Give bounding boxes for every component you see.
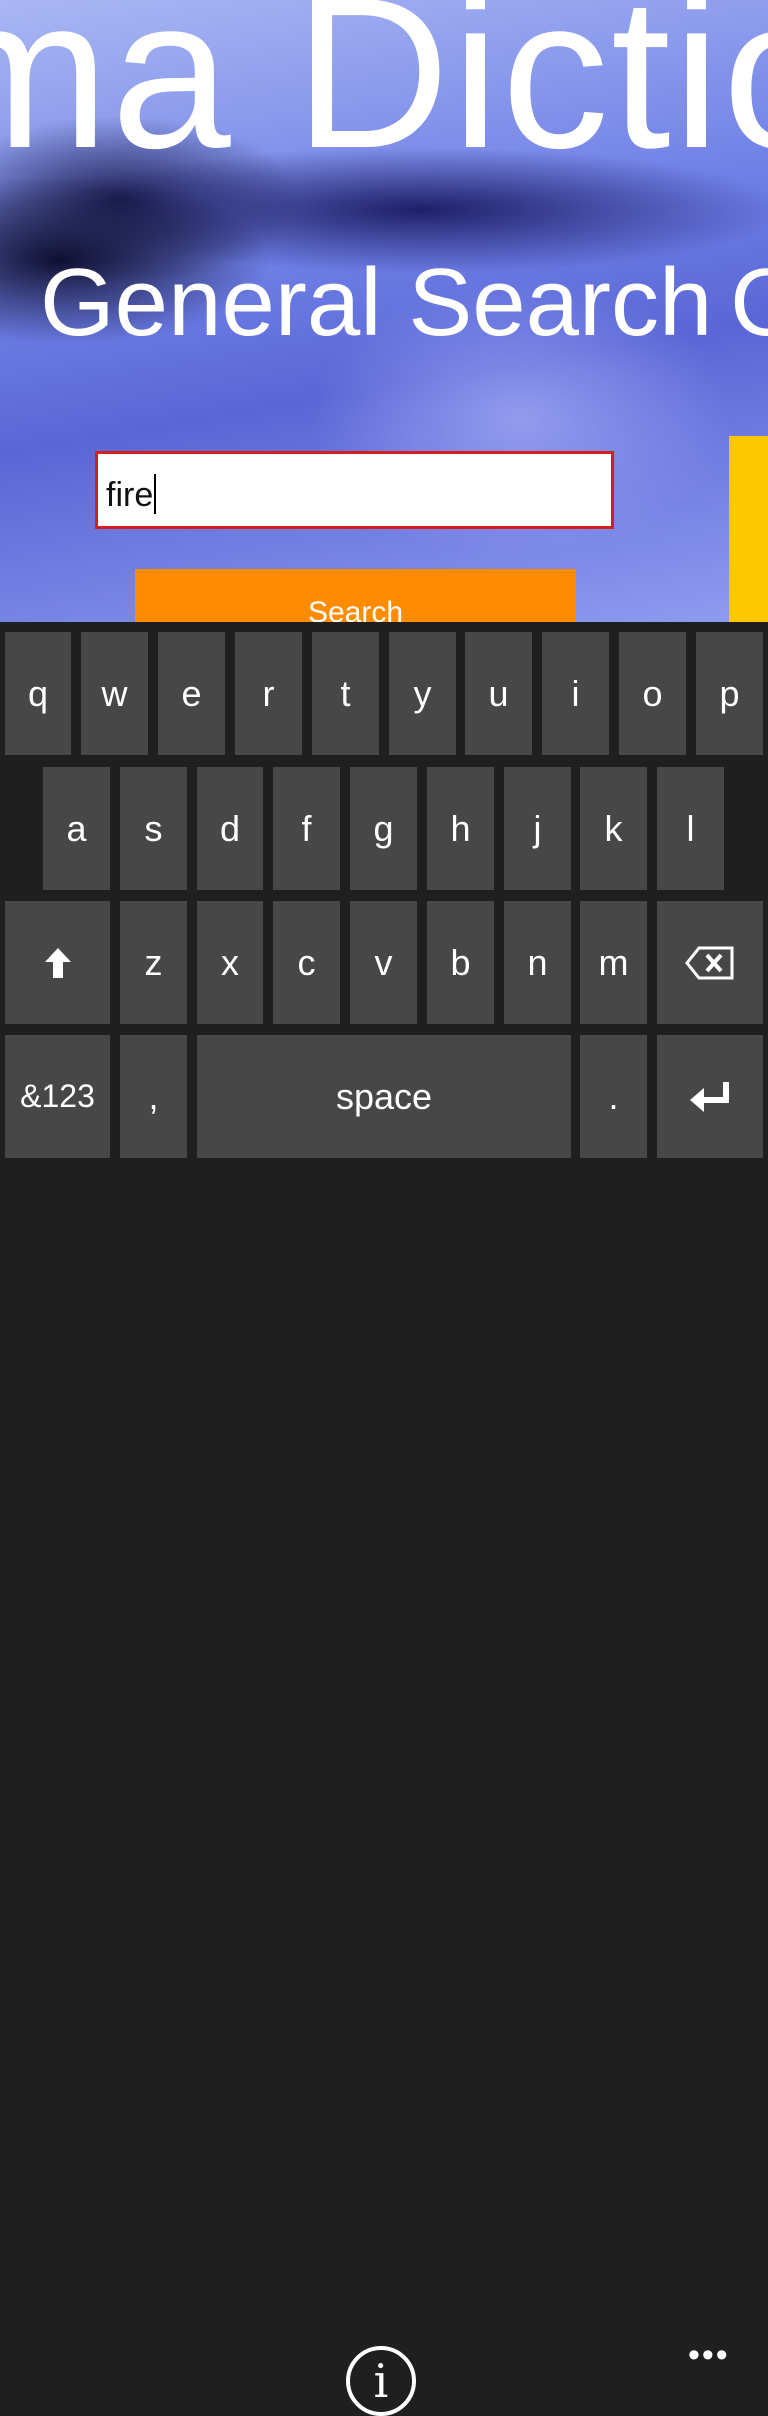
key-c[interactable]: c [273, 901, 340, 1024]
next-section-peek[interactable]: C [730, 255, 768, 351]
key-w[interactable]: w [81, 632, 148, 755]
key-h[interactable]: h [427, 767, 494, 890]
search-input-value: fire [106, 474, 157, 515]
key-a[interactable]: a [43, 767, 110, 890]
key-e[interactable]: e [158, 632, 225, 755]
shift-key[interactable] [5, 901, 110, 1024]
info-icon[interactable]: i [346, 2346, 416, 2416]
key-i[interactable]: i [542, 632, 609, 755]
key-z[interactable]: z [120, 901, 187, 1024]
key-n[interactable]: n [504, 901, 571, 1024]
backspace-icon [685, 946, 734, 979]
text-caret [154, 474, 157, 514]
enter-icon [690, 1081, 729, 1112]
enter-key[interactable] [657, 1035, 763, 1158]
key-m[interactable]: m [580, 901, 647, 1024]
space-key[interactable]: space [197, 1035, 571, 1158]
key-j[interactable]: j [504, 767, 571, 890]
key-t[interactable]: t [312, 632, 379, 755]
key-x[interactable]: x [197, 901, 263, 1024]
key-k[interactable]: k [580, 767, 647, 890]
key-b[interactable]: b [427, 901, 494, 1024]
search-button[interactable]: Search [135, 569, 576, 622]
key-u[interactable]: u [465, 632, 532, 755]
app-panorama: ma Dictio General Search C fire Search [0, 0, 768, 622]
system-app-bar: i ••• [0, 1162, 768, 2416]
key-o[interactable]: o [619, 632, 686, 755]
backspace-key[interactable] [657, 901, 763, 1024]
key-period[interactable]: . [580, 1035, 647, 1158]
on-screen-keyboard: q w e r t y u i o p a s d f g h j k l z … [0, 622, 768, 1162]
key-s[interactable]: s [120, 767, 187, 890]
key-v[interactable]: v [350, 901, 417, 1024]
key-d[interactable]: d [197, 767, 263, 890]
search-input[interactable]: fire [95, 451, 614, 529]
key-q[interactable]: q [5, 632, 71, 755]
numbers-key[interactable]: &123 [5, 1035, 110, 1158]
key-r[interactable]: r [235, 632, 302, 755]
key-f[interactable]: f [273, 767, 340, 890]
panorama-title: ma Dictio [0, 0, 768, 193]
side-tile[interactable] [729, 436, 768, 622]
key-p[interactable]: p [696, 632, 763, 755]
key-l[interactable]: l [657, 767, 724, 890]
key-y[interactable]: y [389, 632, 456, 755]
section-title[interactable]: General Search [40, 255, 712, 351]
more-ellipsis-icon[interactable]: ••• [688, 2336, 730, 2375]
shift-arrow-up-icon [44, 947, 71, 978]
key-comma[interactable]: , [120, 1035, 187, 1158]
key-g[interactable]: g [350, 767, 417, 890]
